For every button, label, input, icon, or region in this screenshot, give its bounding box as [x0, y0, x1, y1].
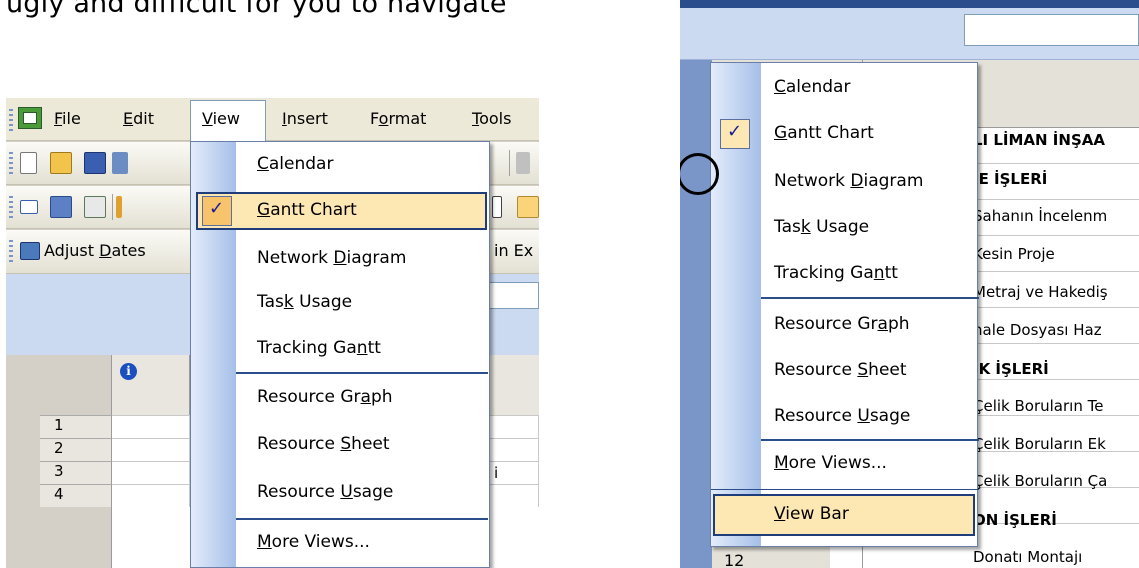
- partial-cell-text: i: [494, 464, 499, 482]
- menu-item-resource-sheet[interactable]: Resource Sheet: [774, 360, 907, 380]
- toolbar-grip[interactable]: [9, 152, 13, 174]
- menu-item-view-bar[interactable]: View Bar: [774, 504, 849, 524]
- task-name[interactable]: Metraj ve Hakediş: [973, 283, 1108, 301]
- task-name[interactable]: JE İŞLERİ: [973, 170, 1047, 188]
- row-header-empty: [40, 507, 112, 568]
- msproject-app-icon[interactable]: [18, 107, 42, 129]
- task-name[interactable]: Sahanın İncelenm: [973, 207, 1107, 225]
- menu-item-network-diagram[interactable]: Network Diagram: [774, 171, 923, 191]
- open-folder-icon[interactable]: [50, 152, 72, 174]
- menu-item-more-views[interactable]: More Views...: [774, 453, 887, 473]
- menu-item-task-usage[interactable]: Task Usage: [257, 292, 352, 312]
- slide-heading: ugly and difficult for you to navigate: [6, 0, 507, 19]
- menu-edit[interactable]: Edit: [123, 109, 154, 128]
- menu-item-tracking-gantt[interactable]: Tracking Gantt: [774, 263, 898, 283]
- task-name[interactable]: hale Dosyası Haz: [973, 321, 1102, 339]
- grid-cell[interactable]: [112, 484, 190, 507]
- task-name[interactable]: Donatı Montajı: [973, 548, 1082, 566]
- task-name[interactable]: ON İŞLERİ: [973, 511, 1057, 529]
- menu-item-calendar[interactable]: Calendar: [257, 154, 333, 174]
- menu-item-gantt-chart[interactable]: Gantt Chart: [774, 123, 874, 143]
- menu-item-more-views[interactable]: More Views...: [257, 532, 370, 552]
- menu-item-network-diagram[interactable]: Network Diagram: [257, 248, 406, 268]
- toolbar-separator: [509, 150, 510, 176]
- menu-format[interactable]: Format: [370, 109, 426, 128]
- entry-field[interactable]: [964, 14, 1139, 46]
- task-info-icon[interactable]: [84, 196, 106, 218]
- menu-separator: [761, 297, 979, 299]
- menu-separator: [236, 372, 488, 374]
- menu-bar: File Edit View Insert Format Tools: [6, 98, 539, 141]
- menu-item-gantt-chart[interactable]: Gantt Chart: [257, 200, 357, 220]
- new-file-icon[interactable]: [20, 152, 37, 174]
- indicators-header[interactable]: i: [112, 355, 190, 415]
- row-header-4[interactable]: 4: [40, 484, 112, 507]
- menu-item-resource-usage[interactable]: Resource Usage: [257, 482, 393, 502]
- menu-item-task-usage[interactable]: Task Usage: [774, 217, 869, 237]
- row-header-3[interactable]: 3: [40, 461, 112, 484]
- outline-icon[interactable]: [492, 196, 502, 218]
- menu-item-resource-graph[interactable]: Resource Graph: [774, 314, 910, 334]
- grid-cell[interactable]: [112, 461, 190, 484]
- menu-separator: [711, 489, 979, 490]
- view-bar-strip: [680, 60, 712, 568]
- task-name[interactable]: Çelik Boruların Ek: [973, 435, 1106, 453]
- checkmark-icon: ✓: [727, 121, 743, 142]
- row-number-12[interactable]: 12: [724, 551, 744, 568]
- toolbar-grip[interactable]: [9, 196, 13, 218]
- print-icon[interactable]: [112, 152, 128, 174]
- undo-icon[interactable]: [516, 152, 530, 174]
- left-screenshot: File Edit View Insert Format Tools Adjus…: [6, 98, 539, 568]
- menu-view[interactable]: View: [202, 109, 240, 128]
- menu-separator: [761, 439, 979, 441]
- grid-cell[interactable]: [112, 438, 190, 461]
- adjust-dates-button[interactable]: Adjust Dates: [44, 241, 146, 260]
- task-name[interactable]: IK İŞLERİ: [973, 360, 1049, 378]
- toolbar-separator: [112, 194, 113, 220]
- task-name[interactable]: Kesin Proje: [973, 245, 1055, 263]
- menu-insert[interactable]: Insert: [282, 109, 328, 128]
- toolbar-grip[interactable]: [9, 240, 13, 262]
- task-name[interactable]: Çelik Boruların Te: [973, 397, 1103, 415]
- task-name[interactable]: LI LİMAN İNŞAA: [973, 131, 1105, 149]
- task-name[interactable]: Çelik Boruların Ça: [973, 472, 1107, 490]
- copy-picture-to-excel-button[interactable]: in Ex: [494, 241, 533, 260]
- cut-off-icon[interactable]: [116, 196, 122, 218]
- adjust-dates-icon[interactable]: [20, 242, 40, 260]
- menu-item-calendar[interactable]: Calendar: [774, 77, 850, 97]
- view-dropdown-menu: Calendar ✓ Gantt Chart Network Diagram T…: [190, 141, 490, 568]
- menu-item-tracking-gantt[interactable]: Tracking Gantt: [257, 338, 381, 358]
- menu-item-resource-graph[interactable]: Resource Graph: [257, 387, 393, 407]
- row-header-1[interactable]: 1: [40, 415, 112, 438]
- checkmark-icon: ✓: [209, 198, 225, 219]
- right-screenshot: LI LİMAN İNŞAA JE İŞLERİ Sahanın İncelen…: [680, 0, 1139, 568]
- menu-tools[interactable]: Tools: [472, 109, 511, 128]
- title-bar-edge: [680, 0, 1139, 8]
- view-dropdown-menu: Calendar ✓ Gantt Chart Network Diagram T…: [710, 62, 979, 547]
- info-icon: i: [120, 363, 137, 380]
- menu-file[interactable]: File: [54, 109, 81, 128]
- text-style-icon[interactable]: [517, 196, 539, 218]
- grid-cell[interactable]: [112, 415, 190, 438]
- menu-item-resource-sheet[interactable]: Resource Sheet: [257, 434, 390, 454]
- table-icon[interactable]: [20, 200, 38, 214]
- menu-separator: [236, 518, 488, 520]
- grid-left-margin: [6, 355, 40, 568]
- row-header-2[interactable]: 2: [40, 438, 112, 461]
- save-icon[interactable]: [84, 152, 106, 174]
- menu-item-resource-usage[interactable]: Resource Usage: [774, 406, 910, 426]
- menubar-grip[interactable]: [9, 109, 13, 131]
- resource-icon[interactable]: [50, 196, 72, 218]
